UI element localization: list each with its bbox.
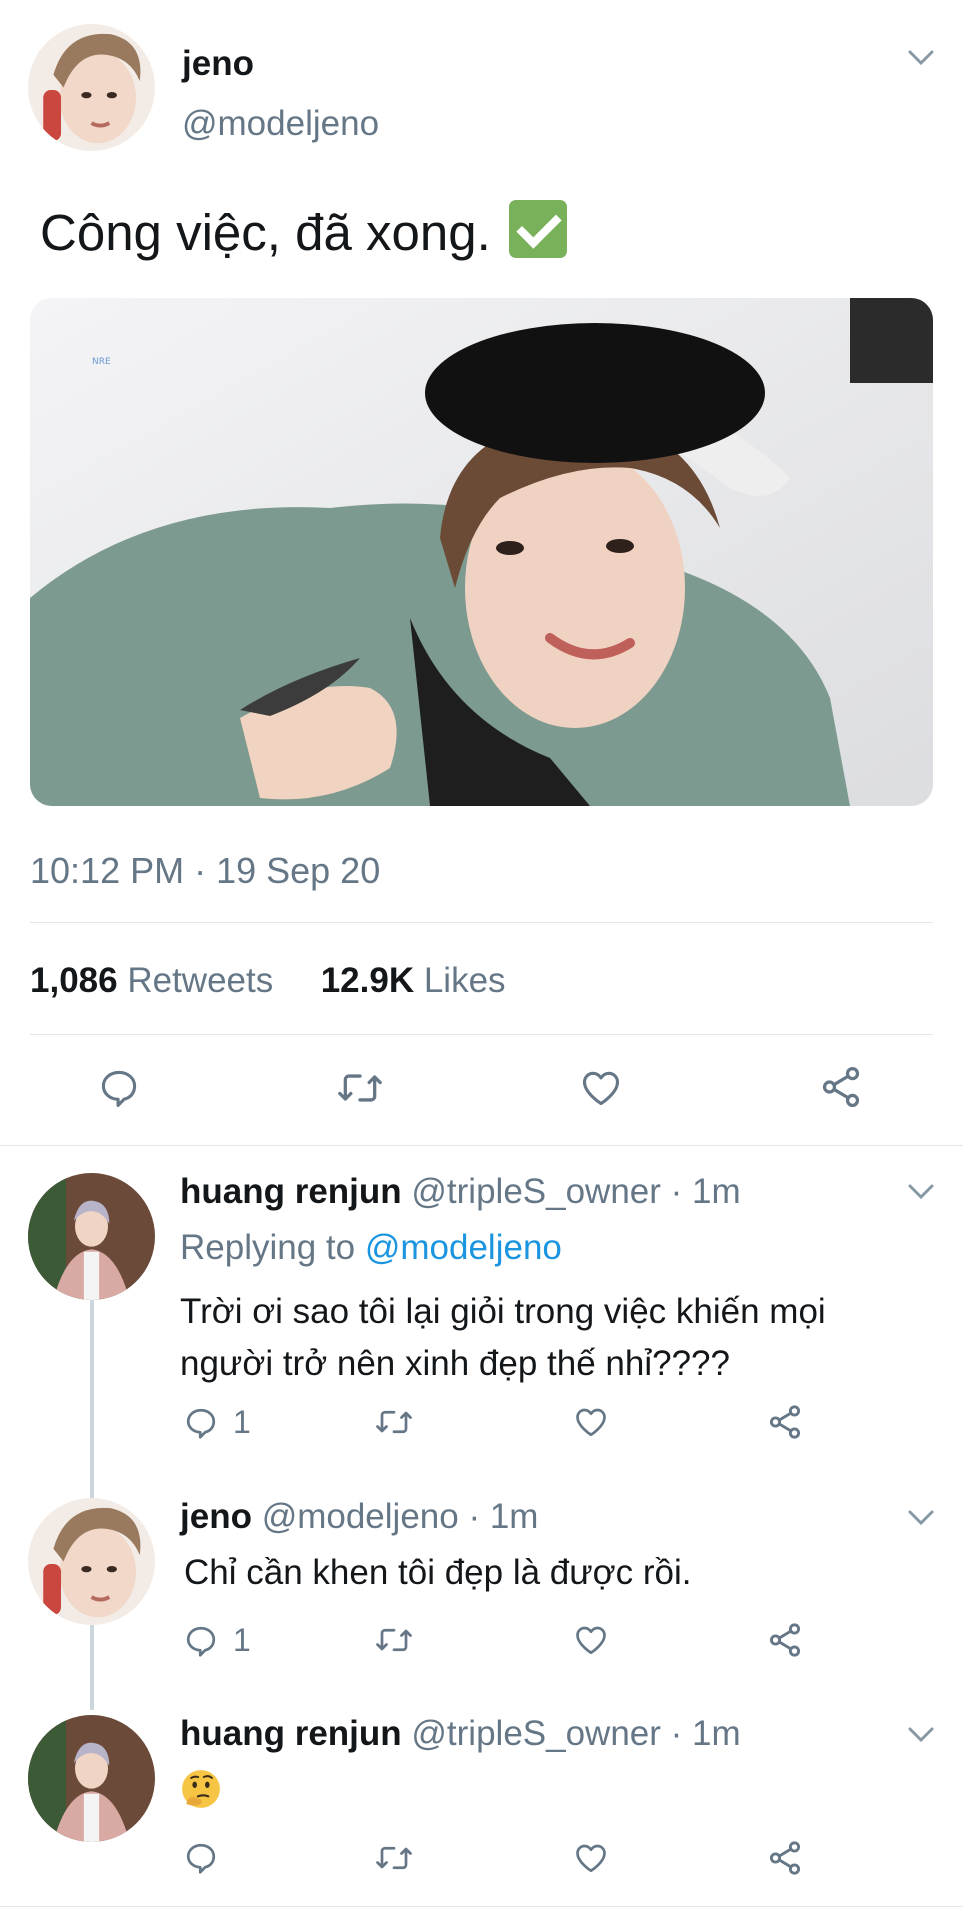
reply-author-handle[interactable]: @tripleS_owner — [411, 1714, 661, 1753]
retweet-label: Retweets — [127, 961, 274, 1000]
tweet-stats: 1,086 Retweets 12.9K Likes — [30, 961, 506, 1001]
divider — [0, 1145, 963, 1146]
reply-3-header: huang renjun @tripleS_owner · 1m — [180, 1714, 741, 1754]
reply-icon — [186, 1408, 216, 1439]
thread-line — [90, 1625, 94, 1710]
divider — [0, 1906, 963, 1907]
reply-count: 1 — [233, 1622, 251, 1658]
like-button[interactable] — [572, 1404, 610, 1440]
share-button[interactable] — [766, 1839, 804, 1877]
avatar-jeno[interactable] — [28, 1498, 155, 1625]
divider — [30, 1034, 933, 1035]
thread-line — [90, 1300, 94, 1500]
check-mark-emoji — [508, 200, 567, 258]
reply-author-name[interactable]: jeno — [180, 1497, 252, 1536]
tweet-text: Công việc, đã xong. — [40, 200, 567, 262]
share-button[interactable] — [766, 1621, 804, 1659]
share-icon — [769, 1623, 801, 1657]
like-icon — [576, 1844, 606, 1873]
chevron-down-icon[interactable] — [908, 1510, 934, 1526]
avatar-jeno[interactable] — [28, 24, 155, 151]
reply-text: Chỉ cần khen tôi đẹp là được rồi. — [184, 1553, 692, 1592]
retweet-icon — [376, 1628, 412, 1652]
like-stat[interactable]: 12.9K Likes — [321, 961, 506, 1000]
reply-1-text: Trời ơi sao tôi lại giỏi trong việc khiế… — [180, 1286, 826, 1390]
like-icon — [582, 1071, 620, 1106]
tweet-timestamp[interactable]: 10:12 PM · 19 Sep 20 — [30, 850, 380, 892]
reply-icon — [186, 1843, 216, 1874]
reply-button[interactable] — [183, 1840, 219, 1876]
retweet-icon — [376, 1846, 412, 1870]
reply-time[interactable]: · 1m — [671, 1714, 741, 1753]
reply-icon — [101, 1070, 137, 1107]
reply-2-header: jeno @modeljeno · 1m — [180, 1497, 538, 1537]
replying-to-label: Replying to — [180, 1228, 356, 1267]
reply-author-name[interactable]: huang renjun — [180, 1714, 402, 1753]
like-button[interactable] — [578, 1066, 624, 1110]
reply-time[interactable]: · 1m — [468, 1497, 538, 1536]
divider — [30, 922, 933, 923]
retweet-button[interactable] — [374, 1622, 414, 1658]
retweet-icon — [338, 1074, 382, 1102]
reply-icon — [186, 1626, 216, 1657]
replying-to: Replying to @modeljeno — [180, 1228, 562, 1268]
like-label: Likes — [423, 961, 506, 1000]
reply-author-handle[interactable]: @tripleS_owner — [411, 1172, 661, 1211]
like-button[interactable] — [572, 1840, 610, 1876]
tweet-photo[interactable]: NRE — [30, 298, 933, 806]
reply-button[interactable]: 1 — [183, 1404, 251, 1441]
chevron-down-icon[interactable] — [908, 1727, 934, 1743]
retweet-button[interactable] — [336, 1066, 384, 1110]
share-button[interactable] — [766, 1403, 804, 1441]
reply-1-header: huang renjun @tripleS_owner · 1m — [180, 1172, 741, 1212]
replying-to-handle[interactable]: @modeljeno — [365, 1228, 562, 1267]
author-name[interactable]: jeno — [182, 44, 254, 84]
like-icon — [576, 1626, 606, 1655]
chevron-down-icon[interactable] — [908, 1184, 934, 1200]
tweet-text-content: Công việc, đã xong. — [40, 204, 491, 261]
retweet-stat[interactable]: 1,086 Retweets — [30, 961, 273, 1000]
reply-time[interactable]: · 1m — [671, 1172, 741, 1211]
retweet-button[interactable] — [374, 1840, 414, 1876]
share-icon — [822, 1066, 860, 1108]
retweet-icon — [376, 1410, 412, 1434]
avatar-huang-renjun[interactable] — [28, 1715, 155, 1842]
author-handle[interactable]: @modeljeno — [182, 104, 379, 144]
like-icon — [576, 1408, 606, 1437]
reply-text-line: người trở nên xinh đẹp thế nhỉ???? — [180, 1344, 730, 1383]
thinking-face-emoji — [180, 1768, 222, 1810]
share-button[interactable] — [818, 1064, 864, 1110]
retweet-button[interactable] — [374, 1404, 414, 1440]
chevron-down-icon[interactable] — [908, 50, 934, 66]
avatar-huang-renjun[interactable] — [28, 1173, 155, 1300]
retweet-count: 1,086 — [30, 961, 118, 1000]
like-count: 12.9K — [320, 961, 415, 1000]
share-icon — [769, 1405, 801, 1439]
reply-text-line: Trời ơi sao tôi lại giỏi trong việc khiế… — [180, 1292, 826, 1331]
reply-count: 1 — [233, 1404, 251, 1440]
reply-button[interactable] — [97, 1066, 141, 1110]
reply-author-handle[interactable]: @modeljeno — [262, 1497, 459, 1536]
like-button[interactable] — [572, 1622, 610, 1658]
reply-button[interactable]: 1 — [183, 1622, 251, 1659]
reply-author-name[interactable]: huang renjun — [180, 1172, 402, 1211]
share-icon — [769, 1841, 801, 1875]
photo-watermark: NRE — [92, 357, 111, 367]
